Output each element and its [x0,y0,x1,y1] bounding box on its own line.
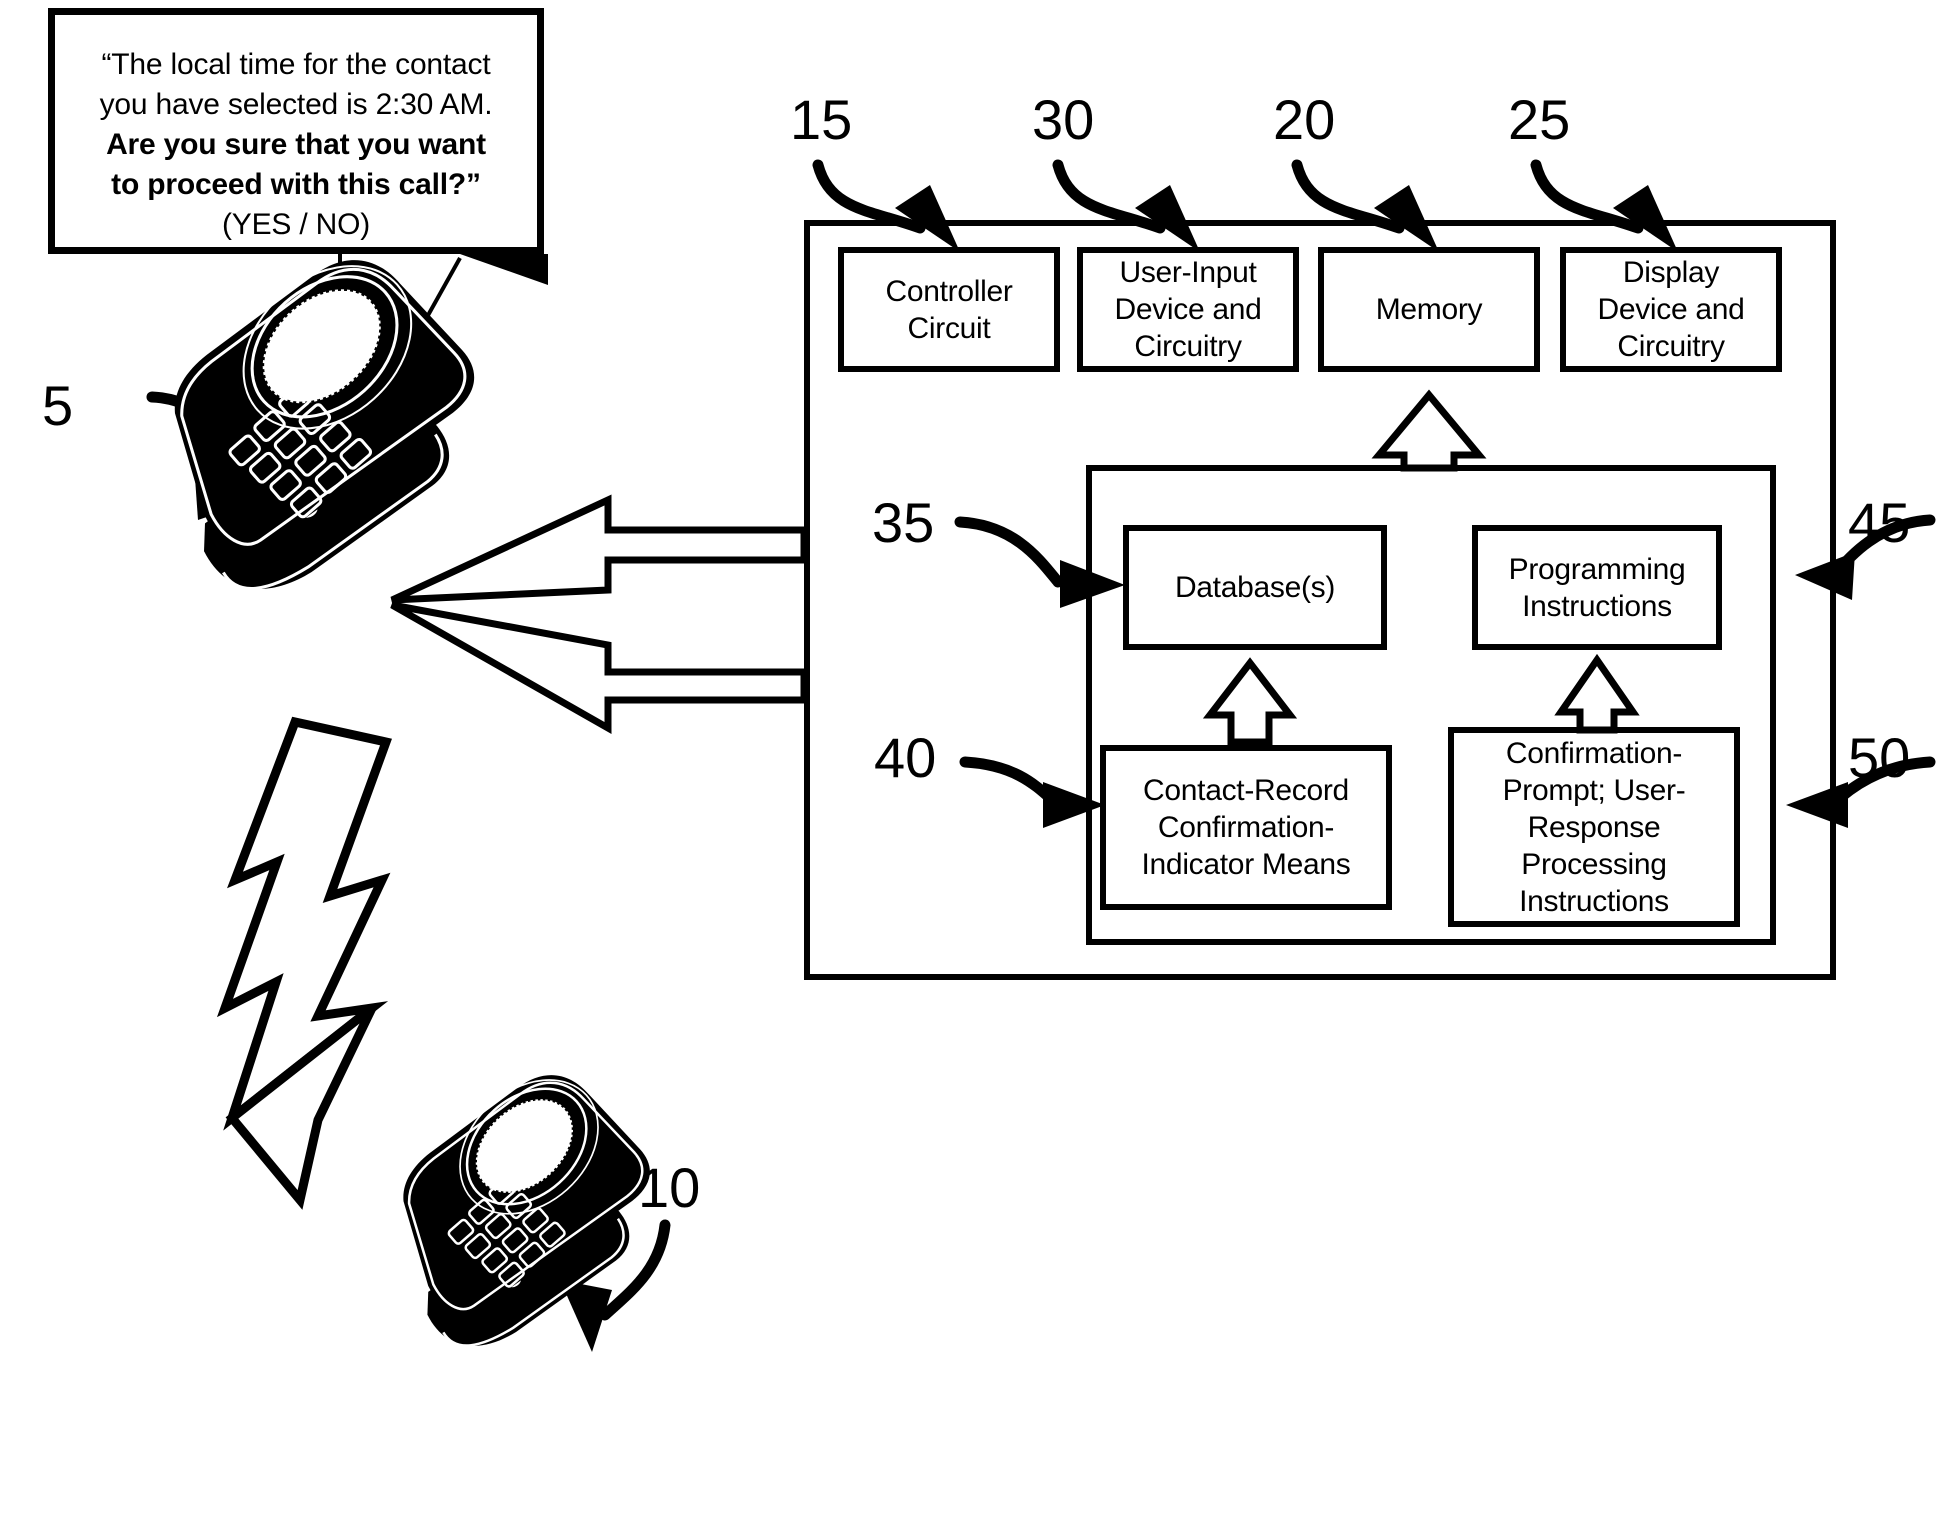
confirmation-prompt-callout: “The local time for the contact you have… [48,8,544,254]
confirmation-prompt-line-2: Prompt; User- [1502,773,1686,807]
contact-record-line-1: Contact-Record [1143,774,1349,807]
callout-line-3: Are you sure that you want [106,128,486,161]
leader-10 [560,1219,671,1352]
connector-phone-to-system-upper [390,494,808,604]
display-device-line-2: Device and [1597,293,1745,326]
block-programming-instructions: Programming Instructions [1472,525,1722,650]
controller-circuit-line-2: Circuit [907,311,991,345]
confirmation-prompt-line-1: Confirmation- [1505,736,1683,770]
block-memory: Memory [1318,247,1540,372]
display-device-line-3: Circuitry [1617,330,1725,363]
block-confirmation-prompt-instructions: Confirmation- Prompt; User- Response Pro… [1448,727,1740,927]
user-input-line-1: User-Input [1119,256,1257,289]
ref-numeral-15: 15 [790,88,853,151]
block-controller-circuit: Controller Circuit [838,247,1060,372]
contact-record-line-3: Indicator Means [1141,848,1351,881]
flip-phone-icon-calling [174,260,475,591]
callout-tail-pointer [348,254,548,456]
programming-instructions-line-1: Programming [1508,552,1686,586]
display-device-line-1: Display [1622,256,1720,289]
ref-numeral-5: 5 [42,374,74,437]
programming-instructions-line-2: Instructions [1522,589,1672,623]
connector-phone-to-system-lower [390,601,808,735]
user-input-line-3: Circuitry [1134,330,1242,363]
lightning-bolt-icon [216,716,392,1210]
callout-line-4: to proceed with this call?” [111,168,481,201]
ref-numeral-10: 10 [638,1156,701,1219]
ref-numeral-45: 45 [1848,491,1911,554]
ref-numeral-35: 35 [872,491,935,554]
ref-numeral-30: 30 [1032,88,1095,151]
contact-record-line-2: Confirmation- [1157,811,1335,844]
user-input-line-2: Device and [1114,293,1262,326]
ref-numeral-20: 20 [1273,88,1336,151]
flip-phone-icon-receiving [403,1075,650,1347]
confirmation-prompt-line-4: Processing [1521,847,1667,881]
patent-figure: “The local time for the contact you have… [0,0,1955,1533]
leader-5 [146,391,265,520]
ref-numeral-25: 25 [1508,88,1571,151]
callout-line-1: “The local time for the contact [101,48,491,81]
callout-line-2: you have selected is 2:30 AM. [99,88,493,121]
block-databases: Database(s) [1123,525,1387,650]
memory-line-1: Memory [1375,293,1483,326]
block-user-input-device: User-Input Device and Circuitry [1077,247,1299,372]
controller-circuit-line-1: Controller [885,274,1013,308]
confirmation-prompt-line-3: Response [1527,810,1661,844]
ref-numeral-40: 40 [874,726,937,789]
callout-line-5: (YES / NO) [221,208,370,241]
ref-numeral-50: 50 [1848,726,1911,789]
databases-line-1: Database(s) [1174,571,1336,604]
block-contact-record-confirmation-indicator: Contact-Record Confirmation- Indicator M… [1100,745,1392,910]
block-display-device: Display Device and Circuitry [1560,247,1782,372]
confirmation-prompt-line-5: Instructions [1519,884,1669,918]
